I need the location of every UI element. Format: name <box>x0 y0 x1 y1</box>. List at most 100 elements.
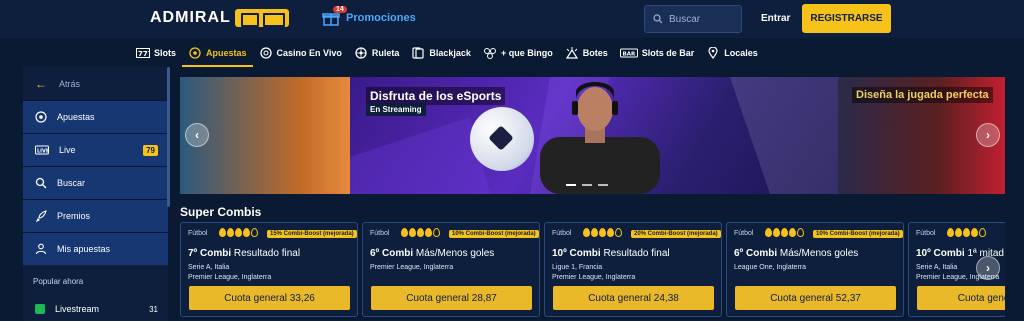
combi-card[interactable]: Fútbol 10% Combi-Boost (mejorada) 6º Com… <box>362 222 540 317</box>
logo-text: ADMIRAL <box>150 9 231 26</box>
search-input[interactable]: Buscar <box>644 5 742 33</box>
nav-item-locales[interactable]: Locales <box>700 38 764 67</box>
location-pin-icon <box>708 46 718 59</box>
card-market: Resultado final <box>603 248 670 259</box>
promo-carousel[interactable]: Disfruta de los eSports En Streaming Dis… <box>180 77 1005 194</box>
sidebar-item-mis-apuestas[interactable]: Mis apuestas <box>23 232 168 265</box>
card-combi-number: 10º Combi <box>552 248 601 259</box>
chevron-right-icon: › <box>986 128 990 142</box>
boost-badge: 20% Combi-Boost (mejorada) <box>631 230 721 238</box>
sidebar-scrollbar[interactable] <box>167 67 170 207</box>
sidebar: ← Atrás Apuestas LIVE Live 79 Buscar Pre… <box>23 67 168 321</box>
card-market: Más/Menos goles <box>779 248 859 259</box>
nav-label: Apuestas <box>206 47 247 58</box>
nav-item-botes[interactable]: Botes <box>559 38 614 67</box>
card-combi-title: 10º Combi Resultado final <box>552 248 670 259</box>
casino-chip-icon <box>259 46 272 59</box>
rocket-icon <box>35 210 47 222</box>
card-league: Premier League, Inglaterra <box>370 264 454 271</box>
carousel-next-button[interactable]: › <box>976 123 1000 147</box>
combis-next-button[interactable]: › <box>976 256 1000 280</box>
card-market: Más/Menos goles <box>415 248 495 259</box>
sidebar-item-label: Mis apuestas <box>57 244 111 254</box>
carousel-dot[interactable] <box>582 184 592 186</box>
promotions-link[interactable]: 14 Promociones <box>322 6 416 26</box>
combi-card[interactable]: Fútbol 10% Combi-Boost (mejorada) 6º Com… <box>726 222 904 317</box>
card-league: Premier League, Inglaterra <box>552 274 636 281</box>
card-league: Serie A, Italia <box>916 264 958 271</box>
arrow-left-icon: ← <box>35 76 47 91</box>
sidebar-item-live[interactable]: LIVE Live 79 <box>23 133 168 166</box>
card-sport: Fútbol <box>552 230 572 237</box>
livestream-icon <box>35 304 45 314</box>
sidebar-item-buscar[interactable]: Buscar <box>23 166 168 199</box>
nav-item-apuestas[interactable]: Apuestas <box>182 38 253 67</box>
svg-text:BAR: BAR <box>622 51 635 57</box>
soccer-ball-icon <box>189 46 201 59</box>
gift-icon: 14 <box>322 6 347 26</box>
streamer-image <box>540 82 660 194</box>
card-league: Premier League, Inglaterra <box>188 274 272 281</box>
carousel-dot[interactable] <box>598 184 608 186</box>
card-sport: Fútbol <box>916 230 936 237</box>
carousel-dot[interactable] <box>566 184 576 186</box>
combis-carousel: Fútbol 15% Combi-Boost (mejorada) 7º Com… <box>180 222 1005 321</box>
odds-button[interactable]: Cuota general 24,38 <box>553 286 714 310</box>
main-nav: 777 Slots Apuestas Casino En Vivo Ruleta… <box>0 38 1024 67</box>
chevron-left-icon: ‹ <box>195 128 199 142</box>
boost-badge: 10% Combi-Boost (mejorada) <box>813 230 903 238</box>
bingo-icon <box>483 47 496 59</box>
popular-item-count: 31 <box>149 304 158 314</box>
roulette-icon <box>355 46 367 59</box>
carousel-prev-button[interactable]: ‹ <box>185 123 209 147</box>
svg-text:777: 777 <box>138 50 150 58</box>
card-sport: Fútbol <box>734 230 754 237</box>
nav-item-ruleta[interactable]: Ruleta <box>348 38 406 67</box>
back-button[interactable]: ← Atrás <box>23 67 168 100</box>
nav-item-bingo[interactable]: + que Bingo <box>477 38 559 67</box>
nav-item-casino-en-vivo[interactable]: Casino En Vivo <box>253 38 348 67</box>
slots-icon: 777 <box>136 47 150 58</box>
sidebar-item-apuestas[interactable]: Apuestas <box>23 100 168 133</box>
cards-icon <box>412 46 425 59</box>
top-header: ADMIRAL 14 Promociones Buscar Entrar REG… <box>0 0 1024 38</box>
bar-slot-icon: BAR <box>619 48 638 57</box>
register-button[interactable]: REGISTRARSE <box>802 4 891 33</box>
combi-card[interactable]: Fútbol 20% Combi-Boost (mejorada) 10º Co… <box>544 222 722 317</box>
card-league: Ligue 1, Francia <box>552 264 603 271</box>
card-combi-title: 7º Combi Resultado final <box>188 248 300 259</box>
card-combi-number: 6º Combi <box>370 248 414 259</box>
svg-text:LIVE: LIVE <box>37 148 49 154</box>
combi-card[interactable]: Fútbol 15% Combi-Boost (mejorada) 7º Com… <box>180 222 358 317</box>
soccer-ball-icon <box>35 111 47 123</box>
admiral-logo[interactable]: ADMIRAL <box>150 9 289 27</box>
card-league: League One, Inglaterra <box>734 264 806 271</box>
sidebar-item-label: Apuestas <box>57 112 95 122</box>
login-button[interactable]: Entrar <box>761 13 790 24</box>
banner-next-title: Diseña la jugada perfecta <box>852 87 993 103</box>
nav-item-slots-de-bar[interactable]: BAR Slots de Bar <box>614 38 701 67</box>
odds-button[interactable]: Cuota general 33,26 <box>189 286 350 310</box>
odds-button[interactable]: Cuota general 52,37 <box>735 286 896 310</box>
card-sport: Fútbol <box>188 230 208 237</box>
boost-badge: 10% Combi-Boost (mejorada) <box>449 230 539 238</box>
sidebar-item-premios[interactable]: Premios <box>23 199 168 232</box>
nav-item-blackjack[interactable]: Blackjack <box>405 38 477 67</box>
popular-item-label: Livestream <box>55 304 100 314</box>
card-combi-number: 6º Combi <box>734 248 778 259</box>
banner-subtitle: En Streaming <box>366 103 426 116</box>
card-combi-number: 10º Combi <box>916 248 965 259</box>
odds-button[interactable]: Cuota general 28,87 <box>371 286 532 310</box>
search-icon <box>653 14 663 24</box>
card-market: Resultado final <box>233 248 301 259</box>
flame-rating-icon <box>401 228 440 237</box>
chevron-right-icon: › <box>986 261 990 275</box>
popular-item-livestream[interactable]: Livestream 31 <box>23 298 168 320</box>
nav-label: Slots de Bar <box>641 47 695 58</box>
logo-badge-icon <box>234 9 289 27</box>
odds-button[interactable]: Cuota general 24, <box>917 286 1005 310</box>
super-combis-title: Super Combis <box>180 205 262 219</box>
sidebar-item-label: Premios <box>57 211 91 221</box>
flame-rating-icon <box>583 228 622 237</box>
nav-item-slots[interactable]: 777 Slots <box>130 38 182 67</box>
